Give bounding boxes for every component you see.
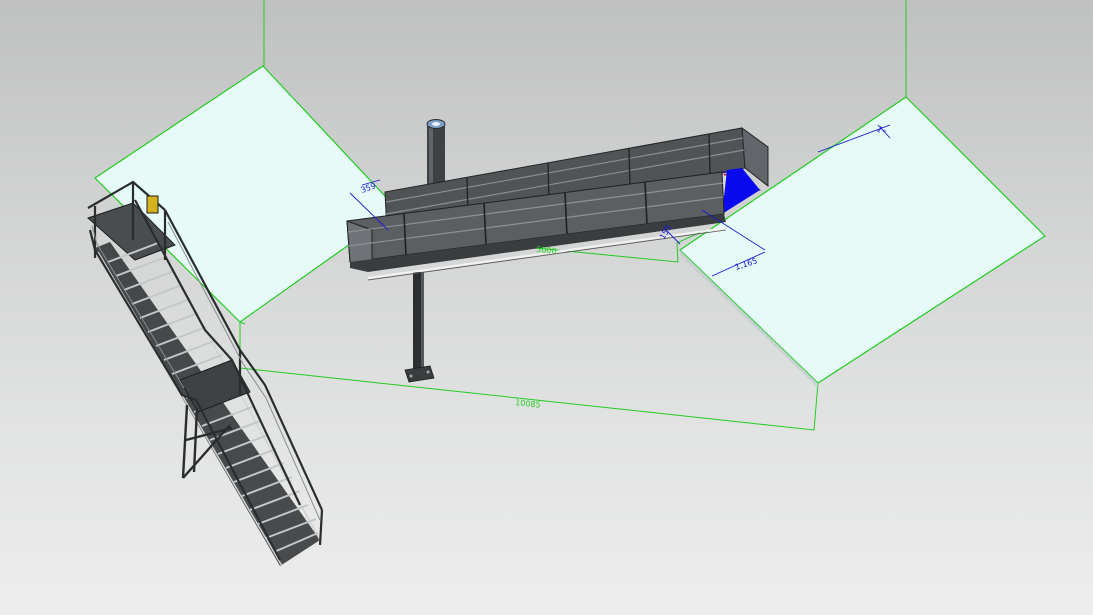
base-plate: [404, 365, 435, 383]
warning-sign: [146, 195, 159, 214]
dimension-label-span: 10085: [515, 398, 541, 410]
3d-model-scene: 359 1,165 155 5000 10085 1°: [87, 0, 1046, 567]
vertical-pipe[interactable]: [426, 119, 446, 187]
support-column[interactable]: [404, 272, 435, 383]
dimension-label-bridge: 5000: [536, 245, 557, 256]
left-platform-edge: [239, 321, 246, 325]
overall-span-line: [239, 322, 819, 431]
pipe-cap-icon: [432, 122, 440, 126]
cad-viewport[interactable]: 359 1,165 155 5000 10085 1°: [0, 0, 1093, 615]
